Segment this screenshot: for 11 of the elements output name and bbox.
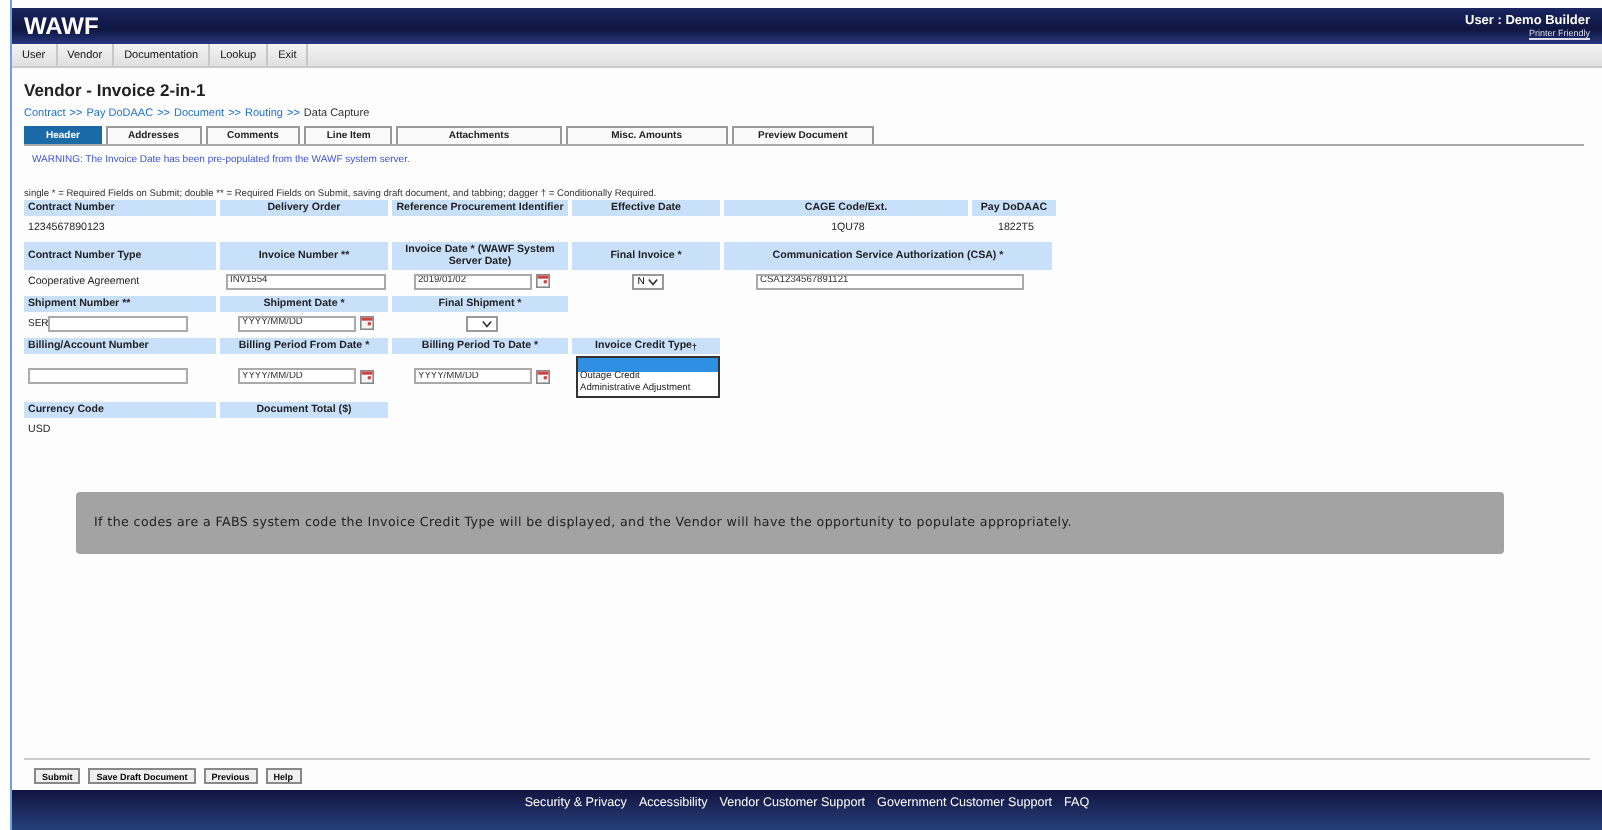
app-logo: WAWF	[24, 12, 99, 40]
calendar-icon[interactable]	[360, 369, 374, 383]
calendar-icon[interactable]	[536, 274, 550, 288]
caret-icon	[482, 319, 492, 327]
calendar-icon[interactable]	[360, 316, 374, 330]
input-field[interactable]	[28, 368, 188, 384]
dropdown[interactable]	[466, 315, 498, 331]
page-title: Vendor - Invoice 2-in-1	[24, 80, 208, 100]
input-field[interactable]	[48, 315, 189, 331]
caret-icon	[648, 277, 659, 285]
calendar-icon[interactable]	[536, 369, 550, 383]
